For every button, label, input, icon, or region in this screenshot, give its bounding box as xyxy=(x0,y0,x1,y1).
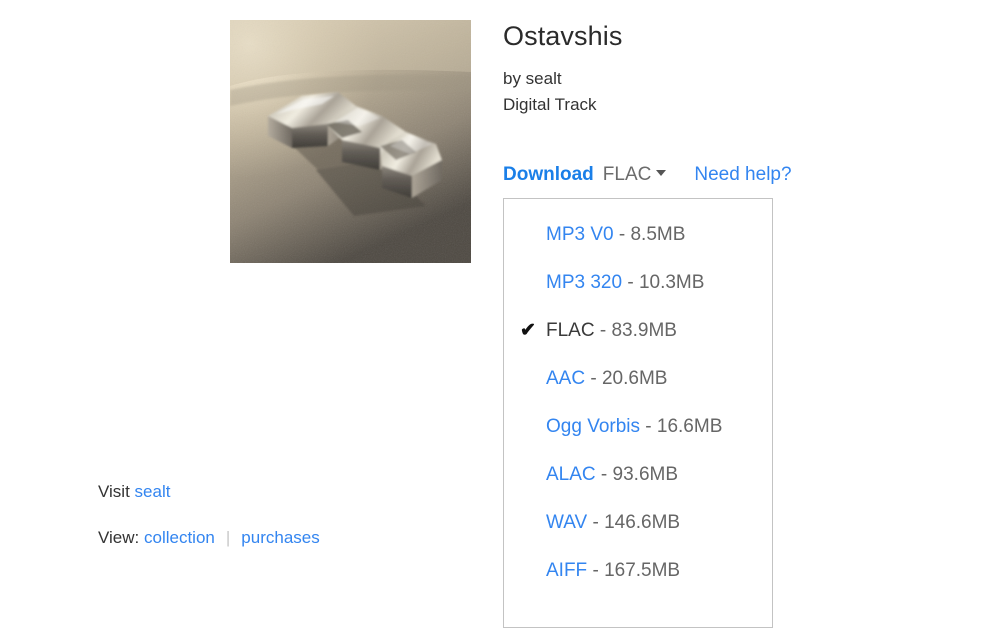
visit-label: Visit xyxy=(98,482,130,501)
format-option-name[interactable]: ALAC xyxy=(546,464,596,485)
item-type-line: Digital Track xyxy=(503,95,597,115)
format-option-name[interactable]: MP3 V0 xyxy=(546,224,614,245)
format-option-size: 16.6MB xyxy=(656,416,723,437)
format-option-separator: - xyxy=(585,368,602,389)
format-option-name[interactable]: WAV xyxy=(546,512,587,533)
artist-link[interactable]: sealt xyxy=(135,482,171,501)
release-detail: Ostavshis by sealt Digital Track xyxy=(503,20,943,118)
format-option-separator: - xyxy=(595,464,613,485)
format-option-name[interactable]: AIFF xyxy=(546,560,587,581)
album-artwork[interactable] xyxy=(230,20,471,263)
format-selector[interactable]: FLAC xyxy=(603,164,667,185)
format-option-size: 10.3MB xyxy=(638,272,705,293)
download-row: Download FLAC Need help? xyxy=(503,163,792,187)
format-option-separator: - xyxy=(587,512,605,533)
format-option-separator: - xyxy=(640,416,657,437)
format-option-row[interactable]: ✔ AIFF - 167.5MB xyxy=(504,547,772,595)
format-selector-label: FLAC xyxy=(602,164,652,185)
format-option-row[interactable]: ✔ WAV - 146.6MB xyxy=(504,499,772,547)
format-option-row-selected[interactable]: ✔ FLAC - 83.9MB xyxy=(504,307,772,355)
view-label: View: xyxy=(98,528,140,547)
purchases-link[interactable]: purchases xyxy=(241,528,319,547)
format-option-size: 167.5MB xyxy=(604,560,681,581)
format-option-row[interactable]: ✔ MP3 V0 - 8.5MB xyxy=(504,211,772,259)
format-option-size: 8.5MB xyxy=(630,224,686,245)
artist-line: by sealt xyxy=(503,69,562,89)
page-title: Ostavshis xyxy=(503,21,623,51)
format-option-size: 20.6MB xyxy=(601,368,668,389)
format-option-separator: - xyxy=(587,560,605,581)
format-option-size: 146.6MB xyxy=(604,512,681,533)
format-option-row[interactable]: ✔ ALAC - 93.6MB xyxy=(504,451,772,499)
format-option-row[interactable]: ✔ AAC - 20.6MB xyxy=(504,355,772,403)
collection-link[interactable]: collection xyxy=(144,528,215,547)
format-option-name[interactable]: Ogg Vorbis xyxy=(546,416,640,437)
visit-row: Visit sealt xyxy=(98,481,170,503)
chevron-down-icon xyxy=(656,170,667,177)
format-option-separator: - xyxy=(622,272,639,293)
need-help-link[interactable]: Need help? xyxy=(694,164,791,185)
format-option-separator: - xyxy=(613,224,631,245)
format-option-size: 83.9MB xyxy=(611,320,677,341)
format-option-row[interactable]: ✔ MP3 320 - 10.3MB xyxy=(504,259,772,307)
format-options-panel: ✔ MP3 V0 - 8.5MB ✔ MP3 320 - 10.3MB ✔ FL… xyxy=(503,198,773,628)
album-artwork-image xyxy=(230,20,471,263)
format-option-name[interactable]: AAC xyxy=(546,368,585,389)
format-option-name[interactable]: FLAC xyxy=(546,320,595,341)
link-separator: | xyxy=(225,528,231,547)
check-icon: ✔ xyxy=(520,320,536,341)
format-option-size: 93.6MB xyxy=(612,464,679,485)
format-option-name[interactable]: MP3 320 xyxy=(546,272,622,293)
format-option-row[interactable]: ✔ Ogg Vorbis - 16.6MB xyxy=(504,403,772,451)
format-option-separator: - xyxy=(594,320,612,341)
download-label: Download xyxy=(503,164,594,185)
view-row: View: collection | purchases xyxy=(98,527,320,549)
